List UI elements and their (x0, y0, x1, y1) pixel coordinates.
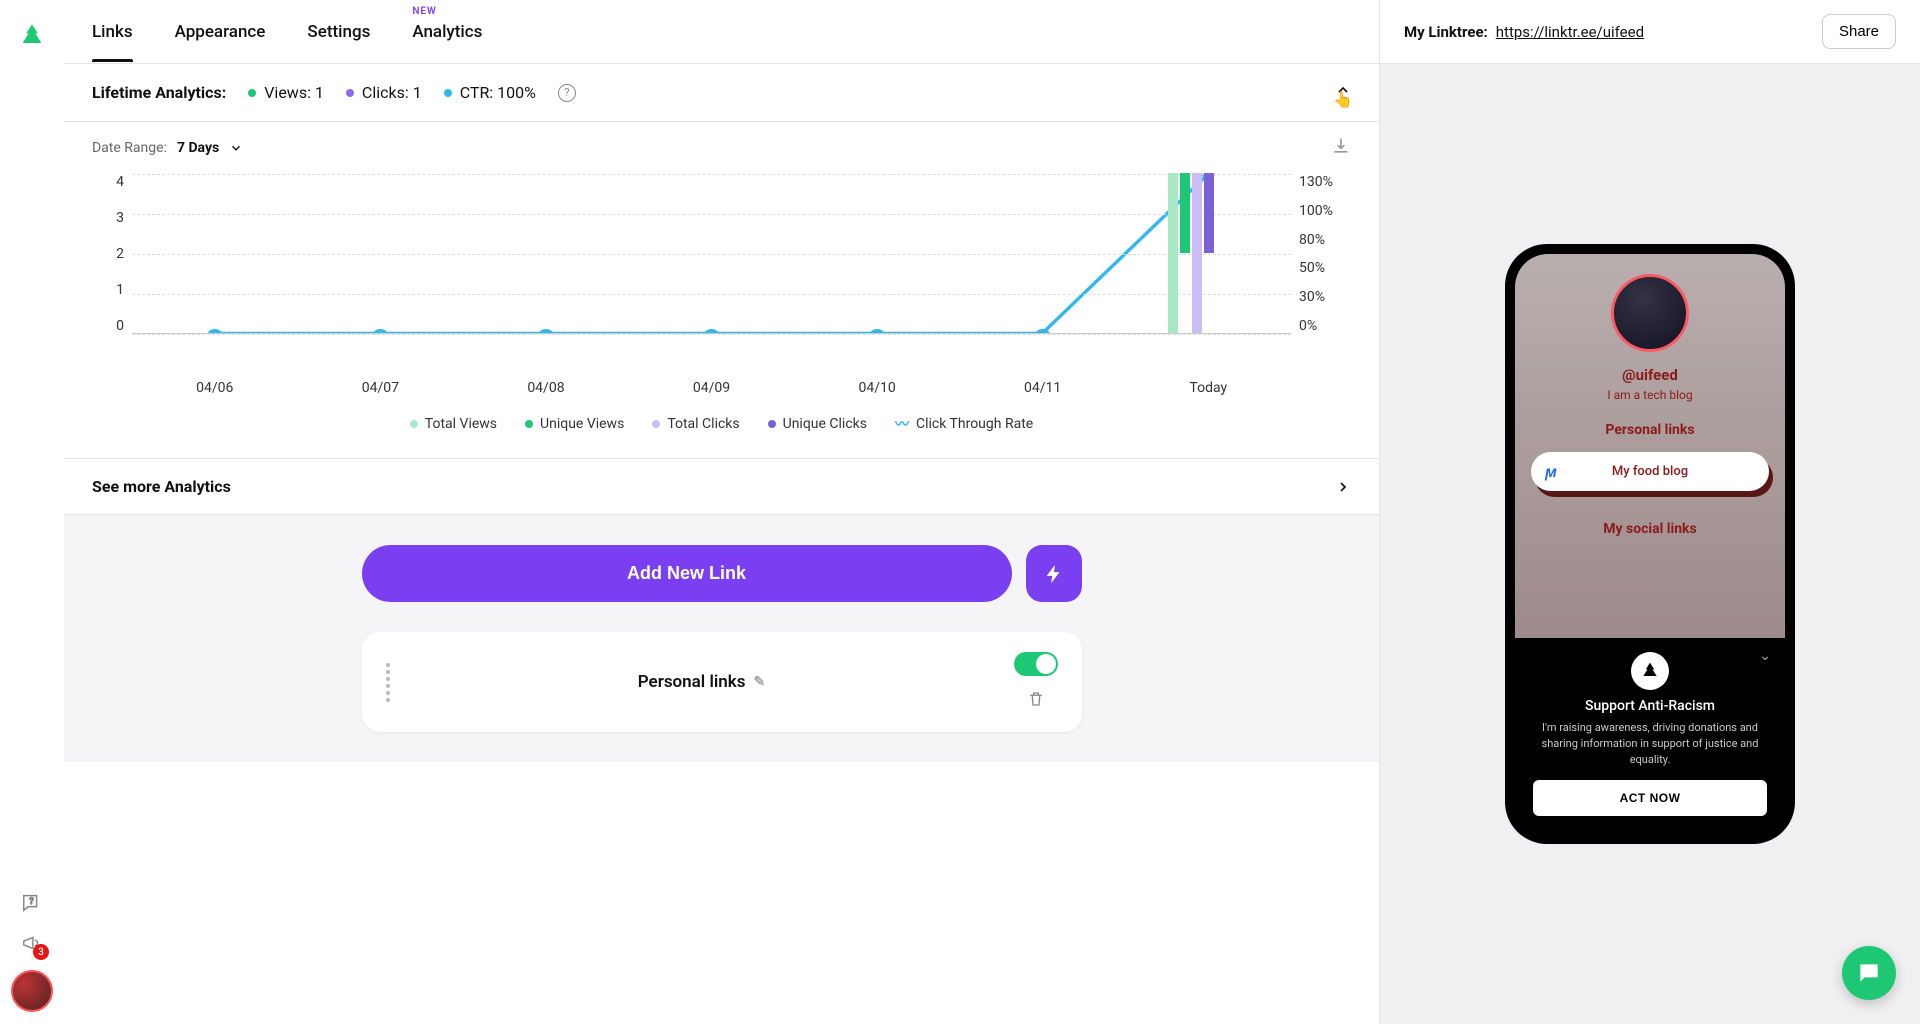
logo-icon[interactable] (16, 20, 48, 52)
y-axis-right: 130%100%80%50%30%0% (1291, 174, 1351, 334)
preview-link-1[interactable]: ϻ My food blog (1531, 452, 1769, 491)
pencil-icon[interactable]: ✎ (754, 674, 766, 690)
avatar[interactable] (11, 970, 53, 1012)
left-rail: ? 3 (0, 0, 64, 1024)
y-axis-left: 43210 (92, 174, 132, 334)
new-badge: NEW (412, 6, 437, 17)
toggle[interactable] (1014, 652, 1058, 676)
date-range: Date Range: 7 Days (64, 122, 1379, 174)
stat-clicks: Clicks: 1 (346, 83, 422, 102)
download-icon[interactable] (1331, 136, 1351, 160)
date-range-value[interactable]: 7 Days (177, 140, 219, 156)
preview-handle: @uifeed (1622, 366, 1678, 384)
trash-icon[interactable] (1027, 690, 1045, 712)
help-icon[interactable]: ? (19, 890, 45, 916)
lifetime-label: Lifetime Analytics: (92, 83, 226, 102)
preview-section-1: Personal links (1605, 422, 1694, 438)
bolt-button[interactable] (1026, 545, 1082, 602)
tabs: Links Appearance Settings NEW Analytics (64, 0, 1379, 64)
linktree-url[interactable]: https://linktr.ee/uifeed (1496, 23, 1644, 41)
help-circle-icon[interactable]: ? (558, 84, 576, 102)
x-axis: 04/0604/0704/0804/0904/1004/11Today (92, 374, 1351, 396)
stat-ctr: CTR: 100% (444, 83, 536, 102)
link-icon: ϻ (1545, 462, 1557, 482)
banner-title: Support Anti-Racism (1533, 698, 1767, 714)
announce-icon[interactable]: 3 (19, 930, 45, 956)
my-linktree-label: My Linktree: (1404, 23, 1488, 41)
preview-bio: I am a tech blog (1607, 388, 1692, 402)
chart: 43210 130%100%80%50%30%0% 04/0604/0704/0… (64, 174, 1379, 458)
banner-desc: I'm raising awareness, driving donations… (1533, 720, 1767, 768)
banner-logo-icon (1631, 652, 1669, 690)
chevron-right-icon (1335, 479, 1351, 495)
collapse-icon[interactable]: 👆 (1335, 82, 1351, 103)
preview-section-2: My social links (1603, 521, 1696, 537)
chevron-down-icon[interactable] (229, 141, 243, 155)
stat-views: Views: 1 (248, 83, 324, 102)
badge: 3 (33, 944, 49, 960)
link-card-title: Personal links (638, 672, 746, 692)
preview-avatar (1611, 274, 1689, 352)
tab-analytics[interactable]: NEW Analytics (412, 2, 482, 62)
add-new-link-button[interactable]: Add New Link (362, 545, 1012, 602)
tab-appearance[interactable]: Appearance (175, 2, 266, 62)
link-card: Personal links ✎ (362, 632, 1082, 732)
lifetime-bar: Lifetime Analytics: Views: 1 Clicks: 1 C… (64, 64, 1379, 122)
tab-links[interactable]: Links (92, 2, 133, 62)
banner-cta-button[interactable]: ACT NOW (1533, 780, 1767, 816)
tab-settings[interactable]: Settings (307, 2, 370, 62)
legend: Total Views Unique Views Total Clicks Un… (92, 396, 1351, 444)
chevron-down-icon[interactable]: ⌄ (1759, 648, 1771, 664)
share-button[interactable]: Share (1822, 14, 1896, 49)
phone-preview: @uifeed I am a tech blog Personal links … (1505, 244, 1795, 844)
see-more-analytics[interactable]: See more Analytics (64, 458, 1379, 515)
svg-text:?: ? (29, 897, 33, 907)
chat-fab[interactable] (1842, 946, 1896, 1000)
plot-area (132, 174, 1291, 334)
center-panel: Links Appearance Settings NEW Analytics … (64, 0, 1380, 1024)
drag-handle-icon[interactable] (386, 663, 390, 702)
preview-panel: My Linktree: https://linktr.ee/uifeed Sh… (1380, 0, 1920, 1024)
